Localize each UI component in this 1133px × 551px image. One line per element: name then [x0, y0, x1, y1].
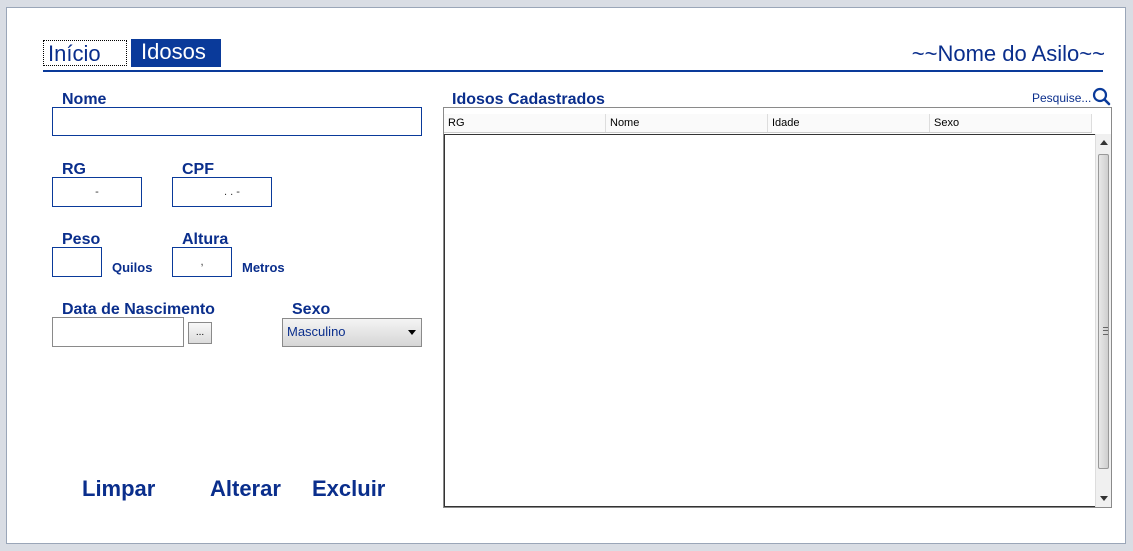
excluir-button[interactable]: Excluir — [312, 476, 385, 502]
column-header-nome[interactable]: Nome — [606, 114, 768, 132]
nascimento-input[interactable] — [52, 317, 184, 347]
rg-input[interactable]: - — [52, 177, 142, 207]
column-header-rg[interactable]: RG — [444, 114, 606, 132]
sexo-label: Sexo — [292, 301, 331, 318]
date-picker-button[interactable]: ... — [188, 322, 212, 344]
table-body[interactable] — [444, 134, 1096, 507]
sexo-select[interactable]: Masculino — [282, 318, 422, 347]
sexo-selected: Masculino — [287, 324, 346, 339]
column-header-idade[interactable]: Idade — [768, 114, 930, 132]
asylum-name: ~~Nome do Asilo~~ — [911, 41, 1105, 66]
column-header-sexo[interactable]: Sexo — [930, 114, 1092, 132]
header-divider — [43, 70, 1103, 72]
peso-unit: Quilos — [112, 260, 153, 275]
cpf-input[interactable]: . . - — [172, 177, 272, 207]
nome-input[interactable] — [52, 107, 422, 136]
main-window: Início Idosos ~~Nome do Asilo~~ Nome RG … — [6, 7, 1126, 544]
tab-idosos[interactable]: Idosos — [131, 39, 221, 67]
altura-input[interactable]: , — [172, 247, 232, 277]
vertical-scrollbar[interactable] — [1095, 134, 1111, 507]
grip-icon — [1103, 327, 1108, 335]
scroll-up-icon[interactable] — [1100, 140, 1108, 145]
scroll-down-icon[interactable] — [1100, 496, 1108, 501]
chevron-down-icon — [408, 330, 416, 335]
table-header: RG Nome Idade Sexo — [444, 114, 1092, 133]
peso-input[interactable] — [52, 247, 102, 277]
idosos-table: RG Nome Idade Sexo — [443, 107, 1112, 508]
scroll-thumb[interactable] — [1098, 154, 1109, 469]
search-link[interactable]: Pesquise... — [1032, 91, 1091, 105]
limpar-button[interactable]: Limpar — [82, 476, 155, 502]
search-icon[interactable] — [1092, 87, 1112, 107]
tab-inicio[interactable]: Início — [43, 40, 127, 66]
alterar-button[interactable]: Alterar — [210, 476, 281, 502]
altura-unit: Metros — [242, 260, 285, 275]
